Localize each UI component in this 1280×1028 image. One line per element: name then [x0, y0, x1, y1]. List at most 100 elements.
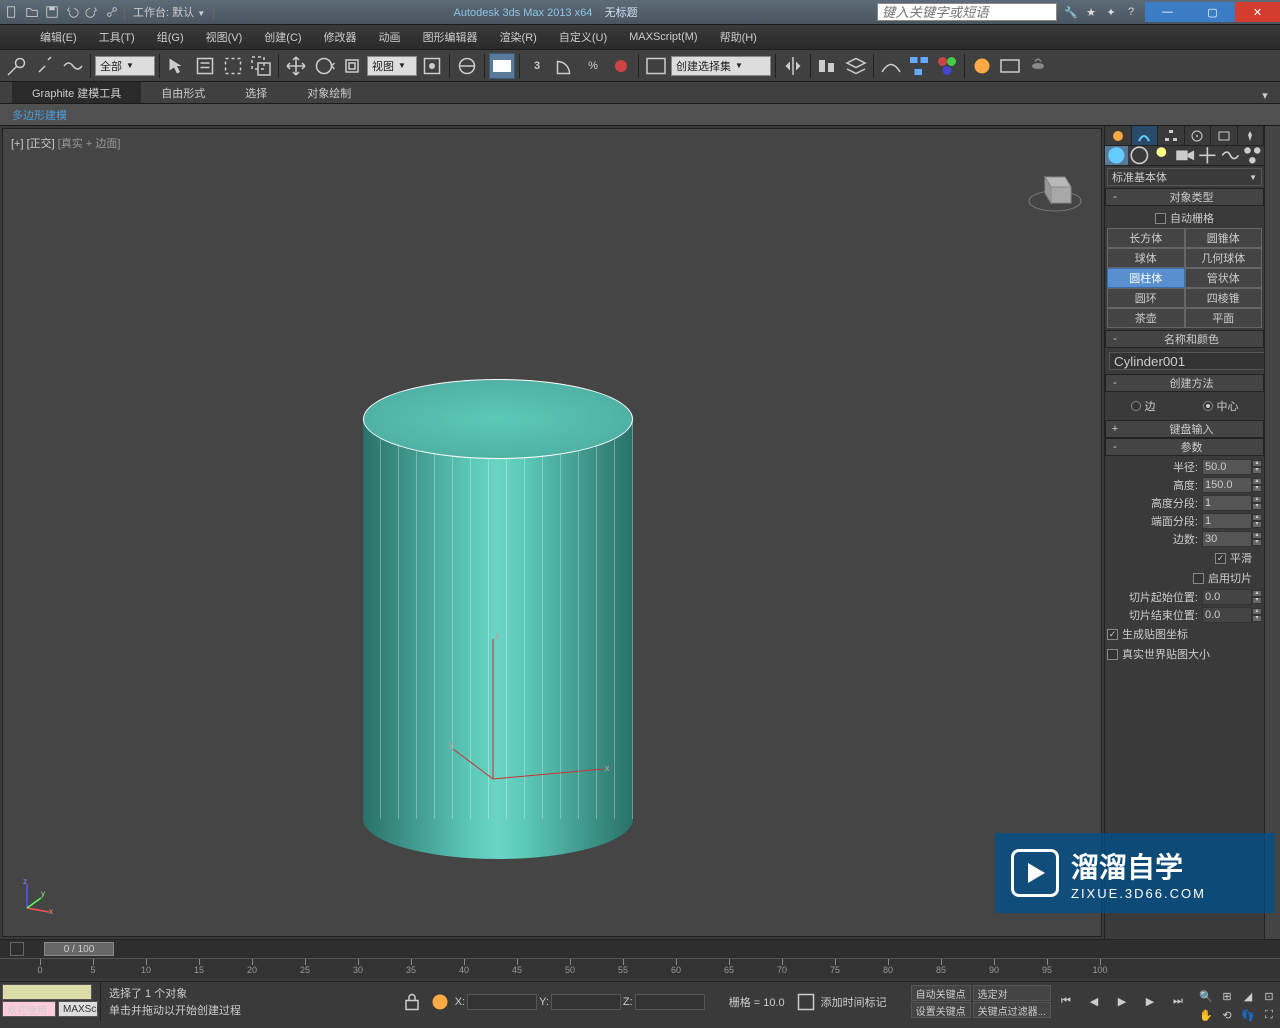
undo-icon[interactable]: [64, 4, 80, 20]
key-filters-button[interactable]: 关键点过滤器...: [973, 1002, 1051, 1018]
schematic-view-icon[interactable]: [906, 53, 932, 79]
real-world-checkbox[interactable]: [1107, 649, 1118, 660]
selection-filter-combo[interactable]: 全部▼: [95, 56, 155, 76]
workspace-selector[interactable]: 工作台: 默认 ▼: [124, 4, 214, 20]
obj-box-button[interactable]: 长方体: [1107, 228, 1185, 248]
rollout-parameters-header[interactable]: -参数: [1105, 438, 1264, 456]
set-key-button[interactable]: 设置关键点: [911, 1002, 971, 1018]
ref-coord-combo[interactable]: 视图▼: [367, 56, 417, 76]
maxscript-button[interactable]: MAXScr: [58, 1001, 98, 1017]
auto-key-button[interactable]: 自动关键点: [911, 985, 971, 1001]
viewcube[interactable]: [1025, 159, 1085, 219]
menu-create[interactable]: 创建(C): [254, 25, 311, 49]
z-coord-input[interactable]: [635, 994, 705, 1010]
ribbon-tab-object-paint[interactable]: 对象绘制: [287, 82, 371, 103]
obj-geosphere-button[interactable]: 几何球体: [1185, 248, 1263, 268]
x-coord-input[interactable]: [467, 994, 537, 1010]
menu-help[interactable]: 帮助(H): [710, 25, 767, 49]
select-object-icon[interactable]: [164, 53, 190, 79]
help-search-input[interactable]: [877, 3, 1057, 21]
close-button[interactable]: ✕: [1235, 2, 1280, 22]
material-editor-icon[interactable]: [934, 53, 960, 79]
time-slider[interactable]: 0 / 100: [0, 940, 1280, 958]
create-shapes-icon[interactable]: [1128, 146, 1151, 165]
cylinder-object[interactable]: z y x: [363, 379, 633, 859]
menu-animation[interactable]: 动画: [369, 25, 411, 49]
add-time-tag-label[interactable]: 添加时间标记: [821, 994, 887, 1010]
render-frame-icon[interactable]: [997, 53, 1023, 79]
lock-selection-icon[interactable]: [399, 989, 425, 1015]
create-lights-icon[interactable]: [1150, 146, 1173, 165]
ribbon-tab-freeform[interactable]: 自由形式: [141, 82, 225, 103]
next-frame-icon[interactable]: ▶: [1137, 989, 1163, 1015]
radio-center[interactable]: 中心: [1203, 398, 1239, 414]
select-manipulate-icon[interactable]: [454, 53, 480, 79]
create-helpers-icon[interactable]: [1196, 146, 1219, 165]
cp-tab-display-icon[interactable]: [1211, 126, 1238, 145]
menu-modifiers[interactable]: 修改器: [314, 25, 367, 49]
bind-spacewarp-icon[interactable]: [60, 53, 86, 79]
star-icon[interactable]: ★: [1083, 4, 1099, 20]
menu-views[interactable]: 视图(V): [196, 25, 253, 49]
radius-spinner[interactable]: [1202, 459, 1252, 475]
menu-edit[interactable]: 编辑(E): [30, 25, 87, 49]
ribbon-collapse-icon[interactable]: ▾: [1250, 82, 1280, 108]
toolbox-icon[interactable]: 🔧: [1063, 4, 1079, 20]
select-rotate-icon[interactable]: [311, 53, 337, 79]
y-coord-input[interactable]: [551, 994, 621, 1010]
menu-tools[interactable]: 工具(T): [89, 25, 145, 49]
rollout-name-color-header[interactable]: -名称和颜色: [1105, 330, 1264, 348]
save-icon[interactable]: [44, 4, 60, 20]
rollout-creation-method-header[interactable]: -创建方法: [1105, 374, 1264, 392]
ribbon-tab-selection[interactable]: 选择: [225, 82, 287, 103]
snap-toggle-icon[interactable]: 3: [524, 53, 550, 79]
cp-tab-motion-icon[interactable]: [1185, 126, 1212, 145]
gen-mapping-checkbox[interactable]: [1107, 629, 1118, 640]
select-scale-icon[interactable]: [339, 53, 365, 79]
selected-key-combo[interactable]: 选定对: [973, 985, 1051, 1001]
help-icon[interactable]: ?: [1123, 4, 1139, 20]
layers-icon[interactable]: [843, 53, 869, 79]
menu-customize[interactable]: 自定义(U): [549, 25, 617, 49]
spinner-snap-icon[interactable]: [608, 53, 634, 79]
time-slider-handle[interactable]: 0 / 100: [44, 942, 114, 956]
sides-spinner[interactable]: [1202, 531, 1252, 547]
obj-pyramid-button[interactable]: 四棱锥: [1185, 288, 1263, 308]
redo-icon[interactable]: [84, 4, 100, 20]
menu-group[interactable]: 组(G): [147, 25, 194, 49]
keyboard-shortcut-icon[interactable]: [489, 53, 515, 79]
create-cameras-icon[interactable]: [1173, 146, 1196, 165]
goto-start-icon[interactable]: ⏮: [1053, 989, 1079, 1015]
obj-cylinder-button[interactable]: 圆柱体: [1107, 268, 1185, 288]
cp-tab-create-icon[interactable]: [1105, 126, 1132, 145]
viewport[interactable]: [+] [正交] [真实 + 边面] z: [2, 128, 1102, 937]
obj-cone-button[interactable]: 圆锥体: [1185, 228, 1263, 248]
slice-to-spinner[interactable]: [1202, 607, 1252, 623]
wand-icon[interactable]: ✦: [1103, 4, 1119, 20]
align-icon[interactable]: [815, 53, 841, 79]
smooth-checkbox[interactable]: [1215, 553, 1226, 564]
window-crossing-icon[interactable]: [248, 53, 274, 79]
select-by-name-icon[interactable]: [192, 53, 218, 79]
cp-tab-hierarchy-icon[interactable]: [1158, 126, 1185, 145]
height-segs-spinner[interactable]: [1202, 495, 1252, 511]
angle-snap-icon[interactable]: [552, 53, 578, 79]
select-region-rect-icon[interactable]: [220, 53, 246, 79]
ribbon-panel-polymodeling[interactable]: 多边形建模: [0, 104, 1280, 126]
cp-tab-utilities-icon[interactable]: [1238, 126, 1265, 145]
percent-snap-icon[interactable]: %: [580, 53, 606, 79]
mirror-icon[interactable]: [780, 53, 806, 79]
maximize-button[interactable]: ▢: [1190, 2, 1235, 22]
cp-tab-modify-icon[interactable]: [1132, 126, 1159, 145]
minimize-button[interactable]: —: [1145, 2, 1190, 22]
slice-from-spinner[interactable]: [1202, 589, 1252, 605]
maxscript-mini-listener[interactable]: [2, 984, 92, 1000]
object-name-input[interactable]: [1109, 352, 1264, 370]
obj-plane-button[interactable]: 平面: [1185, 308, 1263, 328]
render-setup-icon[interactable]: [969, 53, 995, 79]
curve-editor-icon[interactable]: [878, 53, 904, 79]
cap-segs-spinner[interactable]: [1202, 513, 1252, 529]
obj-teapot-button[interactable]: 茶壶: [1107, 308, 1185, 328]
time-tag-icon[interactable]: [793, 989, 819, 1015]
named-selection-combo[interactable]: 创建选择集▼: [671, 56, 771, 76]
